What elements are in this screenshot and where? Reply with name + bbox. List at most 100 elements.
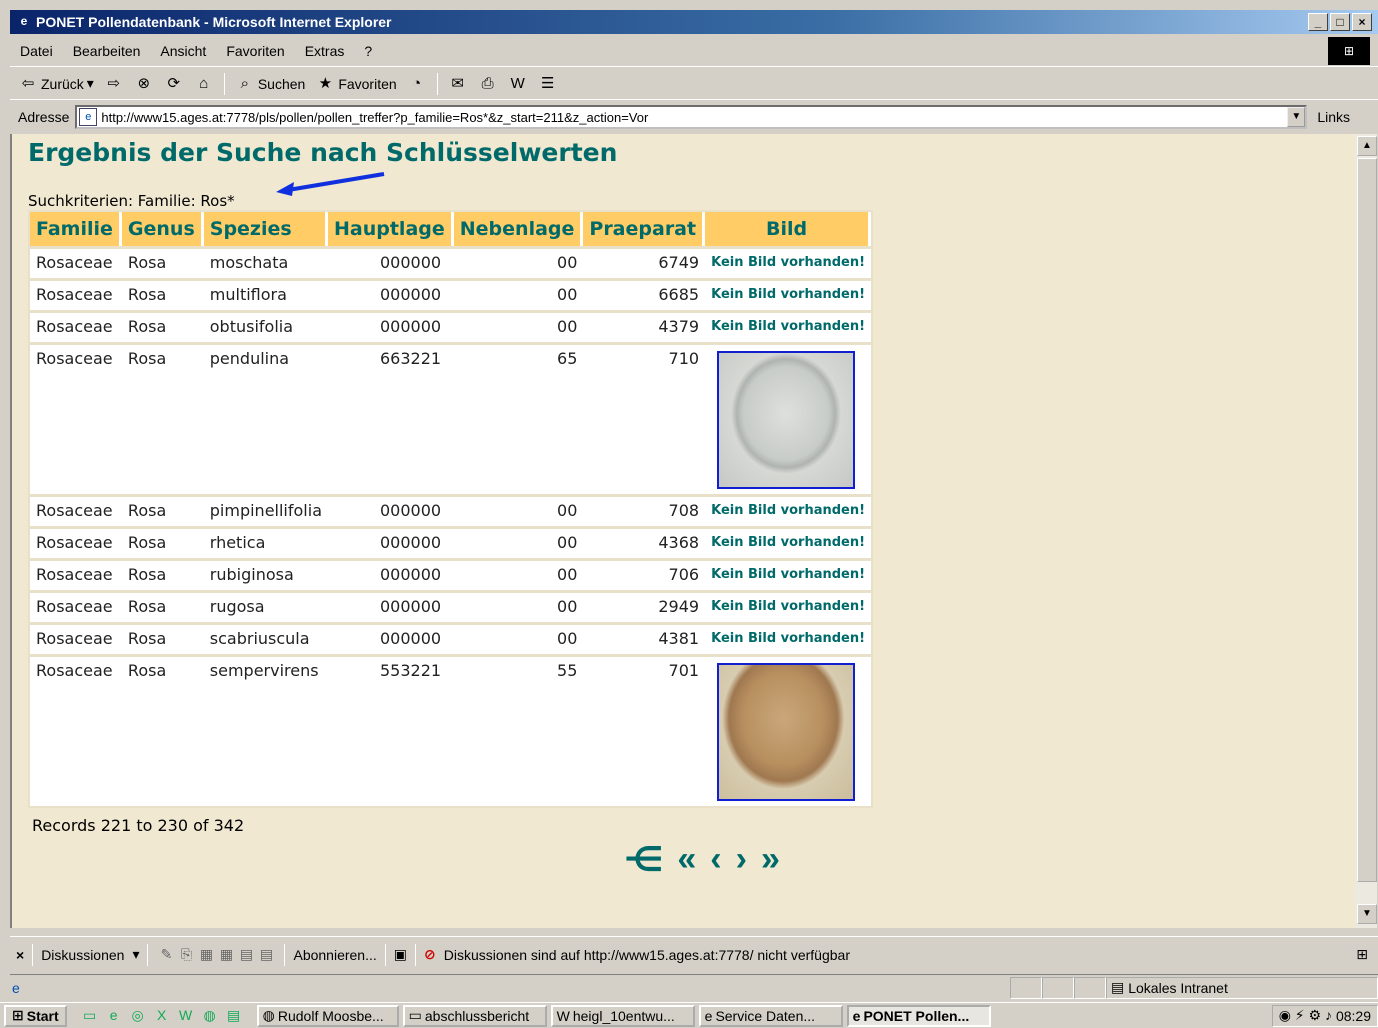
start-label: Start — [26, 1007, 59, 1024]
new-discussion-icon[interactable]: ✎ — [156, 946, 176, 963]
next-discussion-icon[interactable]: ▤ — [256, 946, 276, 963]
no-image-label: Kein Bild vorhanden! — [705, 526, 872, 558]
forward-button[interactable]: ⇨ — [104, 74, 124, 94]
word-task-icon: W — [556, 1007, 570, 1024]
pollen-image[interactable] — [717, 663, 856, 801]
next-page-button[interactable]: › — [736, 840, 747, 880]
menu-help[interactable]: ? — [364, 43, 372, 59]
back-button[interactable]: ⇦ Zurück ▾ — [18, 74, 94, 94]
home-icon[interactable]: ⌂ — [194, 74, 214, 94]
scroll-thumb[interactable] — [1357, 158, 1377, 882]
reply-icon[interactable]: ⎘ — [176, 946, 196, 963]
task-rudolf[interactable]: ◍ Rudolf Moosbe... — [256, 1004, 399, 1027]
menu-favoriten[interactable]: Favoriten — [226, 43, 284, 59]
ie-status-icon: e — [12, 979, 20, 996]
cell-bild[interactable] — [705, 342, 872, 494]
app-icon[interactable]: ◍ — [201, 1007, 219, 1024]
ie-icon: e — [20, 14, 28, 28]
quick-launch: ▭ e ◎ X W ◍ ▤ — [81, 1007, 243, 1024]
minimize-button[interactable]: _ — [1308, 13, 1328, 31]
show-hide-icon[interactable]: ▣ — [394, 946, 407, 963]
cell-familie: Rosaceae — [30, 310, 122, 342]
prev-page-button[interactable]: ‹ — [710, 840, 721, 880]
scroll-down-icon[interactable]: ▼ — [1357, 904, 1377, 924]
maximize-button[interactable]: □ — [1330, 13, 1350, 31]
col-praeparat: Praeparat — [583, 212, 706, 246]
links-button[interactable]: Links — [1317, 109, 1350, 125]
table-row: Rosaceae Rosa obtusifolia 000000 00 4379 Kein … — [30, 310, 872, 342]
scroll-up-icon[interactable]: ▲ — [1357, 136, 1377, 156]
cell-praeparat: 708 — [583, 494, 706, 526]
refresh-icon[interactable]: ⟳ — [164, 74, 184, 94]
address-input[interactable]: e http://www15.ages.at:7778/pls/pollen/p… — [75, 105, 1308, 129]
expand-icon[interactable]: ▦ — [196, 946, 216, 963]
close-button[interactable]: × — [1352, 13, 1372, 31]
search-button[interactable]: ⌕ Suchen — [235, 74, 306, 94]
explorer-icon[interactable]: ▤ — [225, 1007, 243, 1024]
back-arrow-icon: ⇦ — [21, 74, 35, 92]
task-service[interactable]: e Service Daten... — [698, 1004, 843, 1027]
favorites-label: Favoriten — [338, 75, 397, 92]
ie-task-icon: e — [704, 1007, 713, 1024]
col-genus: Genus — [121, 212, 204, 246]
address-url[interactable]: http://www15.ages.at:7778/pls/pollen/pol… — [101, 110, 648, 125]
task-ponet[interactable]: e PONET Pollen... — [846, 1004, 991, 1027]
table-row: Rosaceae Rosa pendulina 663221 65 710 — [30, 342, 872, 494]
col-familie: Familie — [30, 212, 122, 246]
excel-icon[interactable]: X — [153, 1007, 171, 1024]
col-spezies: Spezies — [203, 212, 328, 246]
favorites-button[interactable]: ★ Favoriten — [315, 74, 397, 94]
address-dropdown-icon[interactable]: ▼ — [1287, 107, 1306, 127]
word-icon[interactable]: W — [177, 1007, 195, 1024]
table-row: Rosaceae Rosa sempervirens 553221 55 701 — [30, 654, 872, 806]
menu-datei[interactable]: Datei — [20, 43, 53, 59]
table-row: Rosaceae Rosa multiflora 000000 00 6685 Kein B… — [30, 278, 872, 310]
task-abschlussbericht[interactable]: ▭ abschlussbericht — [402, 1004, 547, 1027]
task-heigl[interactable]: Wheigl_10entwu... — [550, 1004, 695, 1027]
annotation-arrow-icon — [276, 172, 385, 196]
cell-bild[interactable] — [705, 654, 872, 806]
desktop-icon[interactable]: ▭ — [81, 1007, 99, 1024]
taskbar: ⊞ Start ▭ e ◎ X W ◍ ▤ ◍ Rudolf Moosbe... … — [0, 1002, 1378, 1028]
discussion-dropdown-icon[interactable]: ▾ — [132, 946, 139, 963]
not-available-icon: ⊘ — [424, 946, 436, 962]
cell-hauptlage: 000000 — [328, 526, 454, 558]
mail-icon[interactable]: ✉ — [448, 74, 468, 94]
menu-extras[interactable]: Extras — [305, 43, 345, 59]
cell-spezies: pimpinellifolia — [203, 494, 328, 526]
pollen-image[interactable] — [717, 351, 856, 489]
no-image-label: Kein Bild vorhanden! — [705, 590, 872, 622]
cell-genus: Rosa — [121, 310, 204, 342]
menu-bearbeiten[interactable]: Bearbeiten — [73, 43, 141, 59]
discussion-message: Diskussionen sind auf http://www15.ages.… — [443, 946, 850, 963]
cell-praeparat: 4368 — [583, 526, 706, 558]
cell-familie: Rosaceae — [30, 342, 122, 494]
cell-hauptlage: 000000 — [328, 622, 454, 654]
table-row: Rosaceae Rosa pimpinellifolia 000000 00 708 Ke… — [30, 494, 872, 526]
separator — [284, 943, 286, 966]
discussion-pane-icon[interactable]: ⊞ — [1356, 946, 1368, 963]
ie-quick-icon[interactable]: e — [105, 1007, 123, 1024]
subscribe-button[interactable]: Abonnieren... — [293, 947, 376, 963]
cell-genus: Rosa — [121, 654, 204, 806]
next-block-button[interactable]: » — [761, 840, 780, 880]
stop-icon[interactable]: ⊗ — [134, 74, 154, 94]
outlook-icon[interactable]: ◎ — [129, 1007, 147, 1024]
discuss-icon[interactable]: ☰ — [538, 74, 558, 94]
first-page-button[interactable]: ⋲ — [624, 840, 663, 880]
menu-ansicht[interactable]: Ansicht — [160, 43, 206, 59]
back-dropdown-icon[interactable]: ▾ — [87, 75, 94, 92]
word-edit-icon[interactable]: W — [508, 74, 528, 94]
prev-discussion-icon[interactable]: ▤ — [236, 946, 256, 963]
collapse-icon[interactable]: ▦ — [216, 946, 236, 963]
start-button[interactable]: ⊞ Start — [4, 1004, 67, 1027]
prev-block-button[interactable]: « — [677, 840, 696, 880]
close-discussion-icon[interactable]: × — [16, 947, 24, 963]
discussion-menu[interactable]: Diskussionen — [41, 947, 124, 963]
vertical-scrollbar[interactable]: ▲ ▼ — [1355, 134, 1377, 928]
tray-icons[interactable]: ◉ ⚡ ⚙ ♪ — [1279, 1007, 1332, 1024]
history-icon[interactable]: ◔ — [407, 74, 427, 94]
print-icon[interactable]: ⎙ — [478, 74, 498, 94]
cell-familie: Rosaceae — [30, 622, 122, 654]
status-cell — [1074, 976, 1106, 999]
